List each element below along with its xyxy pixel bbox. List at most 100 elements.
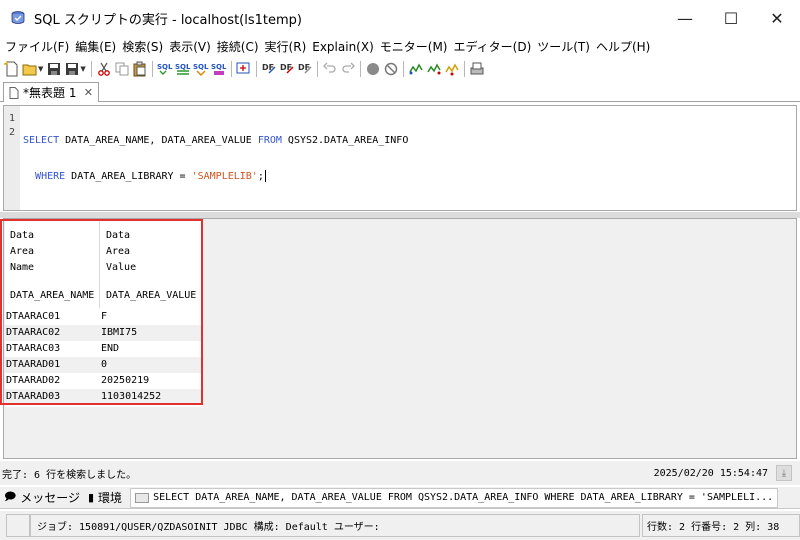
menu-run[interactable]: 実行(R)	[262, 38, 310, 55]
table-row[interactable]: DTAARAC02 IBMI75	[5, 325, 202, 341]
job-info: ジョブ: 150891/QUSER/QZDASOINIT JDBC 構成: De…	[30, 514, 640, 537]
menu-edit[interactable]: 編集(E)	[72, 38, 119, 55]
column-label: Data Area Value	[106, 228, 136, 276]
save-icon[interactable]	[46, 61, 62, 77]
tab-messages[interactable]: 🗩 メッセージ	[0, 487, 84, 509]
toolbar-separator	[316, 61, 318, 77]
cell-data-area-name[interactable]: DTAARAC01	[5, 309, 101, 325]
table-row[interactable]: DTAARAC01 F	[5, 309, 202, 325]
explain-history-icon[interactable]: DF	[297, 61, 313, 77]
status-message: 完了: 6 行を検索しました。	[2, 469, 137, 481]
table-row[interactable]: DTAARAD03 1103014252	[5, 389, 202, 405]
tab-messages-label: メッセージ	[20, 491, 80, 505]
cell-data-area-name[interactable]: DTAARAD03	[5, 389, 101, 405]
editor-tab-bar: *無表題 1 ✕	[0, 82, 800, 102]
run-from-cursor-icon[interactable]: SQL	[193, 61, 209, 77]
new-file-icon[interactable]	[4, 61, 20, 77]
code-text: DATA_AREA_LIBRARY =	[65, 171, 192, 182]
connect-icon[interactable]	[408, 61, 424, 77]
bottom-tabs: 🗩 メッセージ ▮ 環境 SELECT DATA_AREA_NAME, DATA…	[0, 487, 800, 509]
cell-data-area-value[interactable]: 0	[101, 357, 201, 373]
cell-data-area-name[interactable]: DTAARAC02	[5, 325, 101, 341]
stop-icon[interactable]	[365, 61, 381, 77]
cell-data-area-name[interactable]: DTAARAD02	[5, 373, 101, 389]
message-icon: 🗩	[4, 490, 17, 503]
column-header-value[interactable]: Data Area Value DATA_AREA_VALUE	[101, 220, 202, 308]
explain-only-icon[interactable]: DF	[279, 61, 295, 77]
undo-icon[interactable]	[322, 61, 338, 77]
code-line-1: SELECT DATA_AREA_NAME, DATA_AREA_VALUE F…	[23, 134, 408, 148]
disconnect-icon[interactable]	[444, 61, 460, 77]
sql-editor[interactable]: 1 2 SELECT DATA_AREA_NAME, DATA_AREA_VAL…	[3, 105, 797, 211]
table-row[interactable]: DTAARAC03 END	[5, 341, 202, 357]
chevron-down-icon[interactable]: ▼	[38, 65, 43, 73]
table-row[interactable]: DTAARAD02 20250219	[5, 373, 202, 389]
keyword: FROM	[257, 135, 282, 146]
status-bar: ジョブ: 150891/QUSER/QZDASOINIT JDBC 構成: De…	[0, 511, 800, 540]
cell-data-area-name[interactable]: DTAARAC03	[5, 341, 101, 357]
menu-monitor[interactable]: モニター(M)	[377, 38, 451, 55]
tab-environment[interactable]: ▮ 環境	[84, 487, 126, 509]
code-text: QSYS2.DATA_AREA_INFO	[281, 135, 409, 146]
column-header-name[interactable]: Data Area Name DATA_AREA_NAME	[5, 220, 100, 308]
tab-untitled-1[interactable]: *無表題 1 ✕	[3, 82, 99, 102]
cell-data-area-value[interactable]: F	[101, 309, 201, 325]
app-icon	[11, 11, 25, 24]
copy-icon[interactable]	[114, 61, 130, 77]
redo-icon[interactable]	[340, 61, 356, 77]
toolbar-separator	[359, 61, 361, 77]
paste-icon[interactable]	[132, 61, 148, 77]
menu-explain[interactable]: Explain(X)	[309, 40, 377, 54]
maximize-button[interactable]: ☐	[708, 0, 754, 36]
save-as-icon[interactable]	[64, 61, 80, 77]
svg-text:SQL: SQL	[193, 63, 209, 71]
code-area[interactable]: SELECT DATA_AREA_NAME, DATA_AREA_VALUE F…	[23, 112, 408, 206]
status-cell-empty	[6, 514, 30, 537]
run-selected-icon[interactable]: SQL	[211, 61, 227, 77]
chevron-down-icon[interactable]: ▼	[80, 65, 85, 73]
sql-statement-icon	[135, 492, 150, 503]
table-row[interactable]: DTAARAD01 0	[5, 357, 202, 373]
minimize-button[interactable]: —	[662, 0, 708, 36]
cancel-icon[interactable]	[383, 61, 399, 77]
download-icon[interactable]: ⤓	[776, 465, 792, 481]
environment-icon: ▮	[87, 491, 95, 504]
cell-data-area-name[interactable]: DTAARAD01	[5, 357, 101, 373]
cut-icon[interactable]	[96, 61, 112, 77]
keyword: SELECT	[23, 135, 60, 146]
cell-data-area-value[interactable]: 1103014252	[101, 389, 201, 405]
column-label-line: Area	[106, 246, 131, 257]
explain-run-icon[interactable]: DF	[261, 61, 277, 77]
menu-file[interactable]: ファイル(F)	[2, 38, 72, 55]
column-name: DATA_AREA_NAME	[10, 290, 95, 301]
tab-sql-statement[interactable]: SELECT DATA_AREA_NAME, DATA_AREA_VALUE F…	[130, 487, 779, 508]
column-label-line: Name	[10, 262, 35, 273]
menu-tools[interactable]: ツール(T)	[534, 38, 593, 55]
reconnect-icon[interactable]	[426, 61, 442, 77]
svg-text:SQL: SQL	[175, 63, 191, 71]
close-tab-icon[interactable]: ✕	[84, 86, 93, 99]
open-folder-icon[interactable]	[22, 61, 38, 77]
toolbar-separator	[402, 61, 404, 77]
cell-data-area-value[interactable]: IBMI75	[101, 325, 201, 341]
menu-help[interactable]: ヘルプ(H)	[593, 38, 653, 55]
string-literal: 'SAMPLELIB'	[191, 171, 258, 182]
menu-search[interactable]: 検索(S)	[119, 38, 166, 55]
menu-view[interactable]: 表示(V)	[166, 38, 214, 55]
tab-sql-label: SELECT DATA_AREA_NAME, DATA_AREA_VALUE F…	[153, 492, 774, 503]
toolbar-separator	[90, 61, 92, 77]
print-icon[interactable]	[469, 61, 485, 77]
svg-text:SQL: SQL	[211, 63, 227, 71]
cell-data-area-value[interactable]: END	[101, 341, 201, 357]
menu-connection[interactable]: 接続(C)	[214, 38, 262, 55]
keyword: WHERE	[35, 171, 66, 182]
run-all-sql-icon[interactable]: SQL	[175, 61, 191, 77]
run-sql-icon[interactable]: SQL	[157, 61, 173, 77]
title-bar: SQL スクリプトの実行 - localhost(ls1temp) — ☐ ✕	[0, 0, 800, 36]
menu-editor[interactable]: エディター(D)	[450, 38, 534, 55]
menu-bar: ファイル(F) 編集(E) 検索(S) 表示(V) 接続(C) 実行(R) Ex…	[0, 36, 800, 57]
close-button[interactable]: ✕	[754, 0, 800, 36]
visual-explain-icon[interactable]	[236, 61, 252, 77]
cell-data-area-value[interactable]: 20250219	[101, 373, 201, 389]
